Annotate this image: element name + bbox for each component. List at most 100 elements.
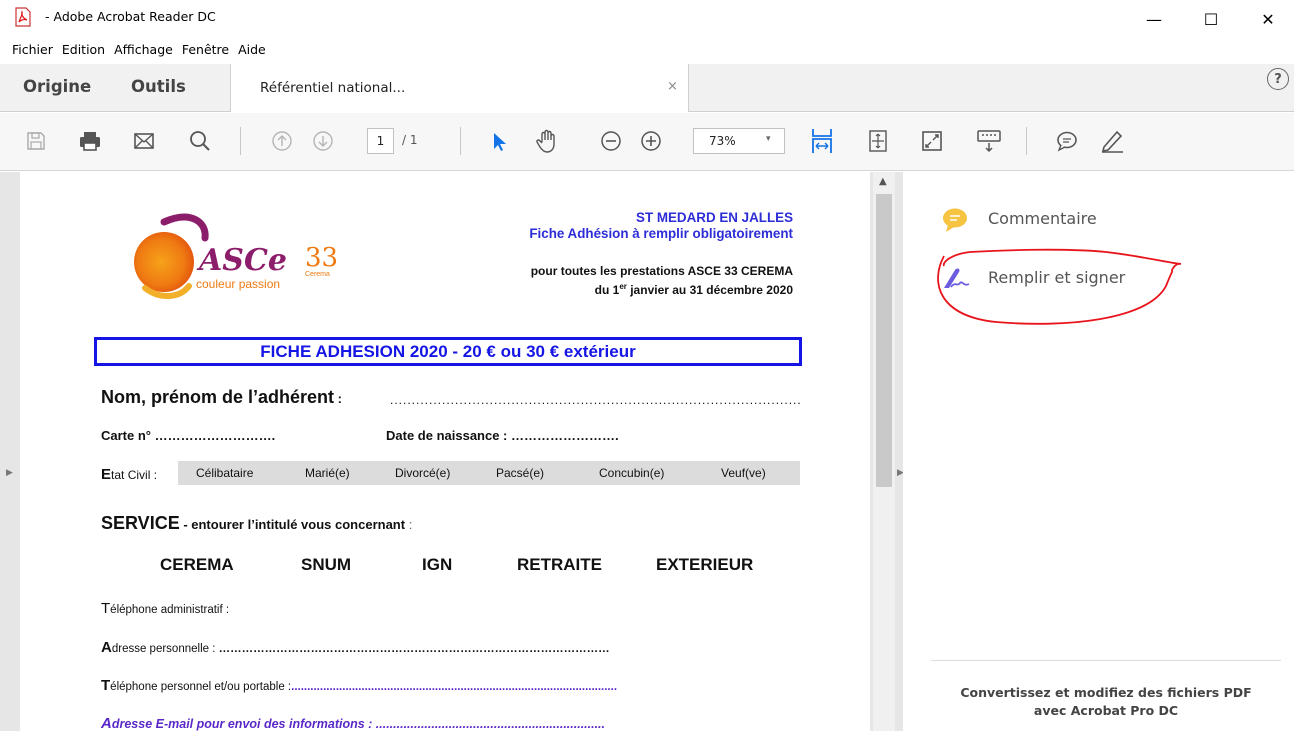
menu-affichage[interactable]: Affichage [114, 42, 173, 57]
nom-label: Nom, prénom de l’adhérent : [101, 387, 342, 408]
vertical-scrollbar[interactable]: ▲ [873, 172, 895, 731]
service-option: EXTERIEUR [656, 555, 754, 574]
document-view[interactable]: ▶ ASCe 33 Cerema couleur passion ST MEDA… [0, 172, 904, 731]
zoom-dropdown[interactable]: 73% ▾ [693, 128, 785, 154]
logo-tagline: couleur passion [196, 277, 280, 291]
telephone-perso-label: Téléphone personnel et/ou portable :....… [101, 677, 617, 694]
save-icon [27, 132, 45, 150]
menu-bar: Fichier Edition Affichage Fenêtre Aide [0, 38, 1294, 60]
doc-header: ST MEDARD EN JALLES Fiche Adhésion à rem… [400, 210, 793, 242]
zoom-in-button[interactable] [637, 127, 665, 155]
promo-text[interactable]: Convertissez et modifiez des fichiers PD… [931, 684, 1281, 720]
fiche-title-box: FICHE ADHESION 2020 - 20 € ou 30 € extér… [94, 337, 802, 366]
zoom-out-button[interactable] [597, 127, 625, 155]
doc-header-dates: pour toutes les prestations ASCE 33 CERE… [400, 264, 793, 298]
carte-label: Carte n° ………………………. [101, 428, 276, 443]
hand-tool-button[interactable] [533, 127, 561, 155]
tab-home[interactable]: Origine [23, 77, 91, 96]
toolbar-separator [460, 127, 461, 155]
scrollbar-thumb[interactable] [876, 194, 892, 487]
header-city: ST MEDARD EN JALLES [636, 210, 793, 225]
telephone-admin-label: Téléphone administratif : [101, 600, 229, 617]
previous-page-button[interactable] [268, 127, 296, 155]
next-page-button[interactable] [309, 127, 337, 155]
email-button[interactable] [130, 127, 158, 155]
full-screen-button[interactable] [918, 127, 946, 155]
menu-aide[interactable]: Aide [238, 42, 266, 57]
menu-fenetre[interactable]: Fenêtre [182, 42, 229, 57]
close-window-button[interactable]: ✕ [1240, 0, 1294, 38]
save-button[interactable] [22, 127, 50, 155]
plus-circle-icon [641, 131, 661, 151]
select-tool-button[interactable] [485, 127, 513, 155]
tab-document-label: Référentiel national... [260, 80, 406, 96]
zoom-value: 73% [709, 134, 736, 148]
header-line4: du 1er janvier au 31 décembre 2020 [400, 279, 793, 298]
fit-page-button[interactable] [864, 127, 892, 155]
acrobat-window: - Adobe Acrobat Reader DC — ☐ ✕ Fichier … [0, 0, 1294, 731]
arrow-down-circle-icon [313, 131, 333, 151]
email-rest: dresse E-mail pour envoi des information… [111, 717, 606, 731]
close-tab-icon[interactable]: × [667, 79, 678, 94]
window-title: - Adobe Acrobat Reader DC [45, 9, 216, 24]
highlight-button[interactable] [1098, 127, 1126, 155]
email-first: A [101, 715, 112, 731]
toolbar: 1 / 1 73% ▾ [0, 113, 1294, 171]
nom-colon: : [334, 391, 342, 406]
acrobat-app-icon [15, 7, 31, 27]
tel-perso-first: T [101, 677, 111, 694]
left-panel-toggle-icon[interactable]: ▶ [6, 468, 13, 478]
logo-sub: Cerema [305, 271, 330, 278]
close-icon: ✕ [1261, 9, 1275, 29]
menu-fichier[interactable]: Fichier [12, 42, 53, 57]
civil-option: Célibataire [196, 466, 254, 480]
scroll-up-icon[interactable]: ▲ [879, 176, 887, 187]
nom-dots: ........................................… [390, 393, 802, 407]
header-line4-sup: er [619, 282, 627, 291]
nom-text: Nom, prénom de l’adhérent [101, 387, 335, 407]
service-option: CEREMA [160, 555, 234, 574]
comment-button[interactable] [1053, 127, 1081, 155]
page-number-input[interactable]: 1 [367, 128, 394, 154]
tools-pane: Commentaire Remplir et signer Convertiss… [903, 172, 1294, 731]
tel-admin-first: T [101, 600, 111, 617]
hand-icon [536, 129, 555, 153]
minus-circle-icon [601, 131, 621, 151]
comment-icon [943, 208, 967, 232]
maximize-button[interactable]: ☐ [1183, 0, 1239, 38]
logo-number: 33 [305, 243, 338, 273]
header-line4-b: janvier au 31 décembre 2020 [626, 283, 793, 297]
adresse-label: Adresse personnelle : ………………………………………………… [101, 639, 610, 656]
tel-admin-rest: éléphone administratif : [110, 604, 230, 616]
service-option: IGN [422, 555, 453, 574]
logo-brand: ASCe [196, 243, 287, 278]
cursor-arrow-icon [494, 133, 506, 151]
minimize-button[interactable]: — [1126, 0, 1182, 38]
speech-bubble-icon [1057, 131, 1077, 152]
title-bar: - Adobe Acrobat Reader DC — ☐ ✕ [0, 0, 1294, 38]
civil-option: Veuf(ve) [721, 466, 766, 480]
comment-tool[interactable]: Commentaire [938, 205, 1238, 235]
keyboard-arrow-icon [977, 130, 1001, 153]
promo-line1: Convertissez et modifiez des fichiers PD… [960, 685, 1252, 700]
etat-rest: tat Civil : [111, 468, 158, 482]
toolbar-separator [1026, 127, 1027, 155]
toolbar-separator [240, 127, 241, 155]
page-total: / 1 [402, 133, 418, 147]
scroll-mode-button[interactable] [975, 127, 1003, 155]
fit-width-icon [812, 129, 832, 153]
service-option: SNUM [301, 555, 352, 574]
tab-tools[interactable]: Outils [131, 77, 186, 96]
tel-perso-dots: ........................................… [291, 681, 618, 693]
print-button[interactable] [76, 127, 104, 155]
service-sub: - entourer l’intitulé vous concernant [179, 517, 406, 532]
fit-width-button[interactable] [808, 127, 836, 155]
header-line3: pour toutes les prestations ASCE 33 CERE… [530, 264, 793, 278]
asce-logo: ASCe 33 Cerema couleur passion [134, 213, 338, 299]
search-button[interactable] [186, 127, 214, 155]
promo-line2: avec Acrobat Pro DC [1033, 703, 1179, 718]
service-text: SERVICE [101, 513, 180, 533]
help-icon[interactable]: ? [1267, 68, 1289, 90]
tab-document[interactable]: Référentiel national... × [230, 64, 689, 112]
menu-edition[interactable]: Edition [62, 42, 105, 57]
